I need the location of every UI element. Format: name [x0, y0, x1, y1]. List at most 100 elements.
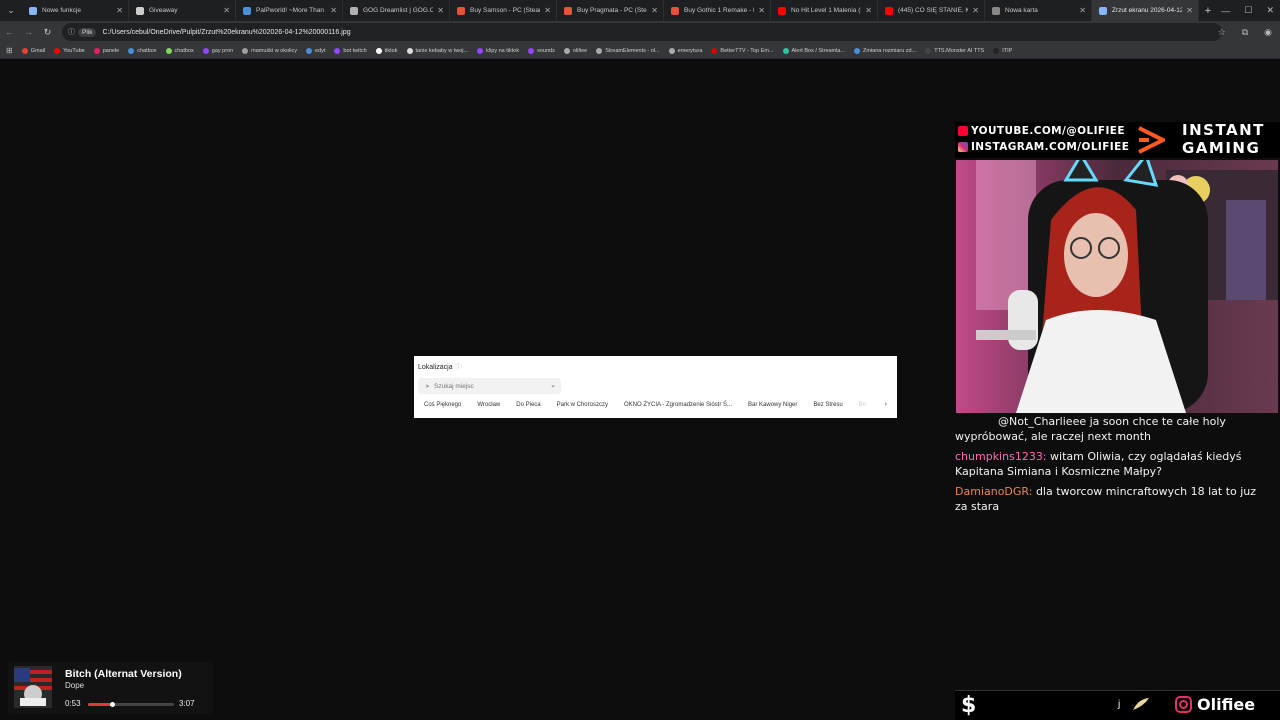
progress-knob[interactable] — [110, 702, 116, 707]
tab-close-icon[interactable]: ✕ — [651, 6, 658, 15]
bookmark-item[interactable]: StreamElements - ol... — [596, 47, 660, 54]
bookmark-item[interactable]: emerytura — [668, 47, 702, 54]
bookmark-label: bot twitch — [343, 47, 367, 54]
tab-0[interactable]: Nowe funkcje ✕ — [22, 0, 129, 21]
new-tab-button[interactable]: + — [1199, 5, 1217, 17]
tab-6[interactable]: Buy Gothic 1 Remake - P ✕ — [664, 0, 771, 21]
bookmark-item[interactable]: klipy na tiktok — [477, 47, 519, 54]
profile-icon[interactable]: ◉ — [1264, 27, 1272, 38]
tab-title: Zrzut ekranu 2026-04-12 — [1112, 7, 1183, 14]
bookmark-item[interactable]: olifiee — [563, 47, 587, 54]
tab-favicon-icon — [350, 6, 358, 15]
dollar-icon: $ — [961, 693, 977, 718]
bookmark-item[interactable]: ITIP — [993, 47, 1012, 54]
tab-4[interactable]: Buy Samson - PC (Steam) ✕ — [450, 0, 557, 21]
tab-close-icon[interactable]: ✕ — [1079, 6, 1086, 15]
bookmark-item[interactable]: chatbox — [165, 47, 194, 54]
instagram-icon — [1175, 696, 1192, 713]
bookmark-star-icon[interactable]: ☆ — [1218, 27, 1226, 38]
place-chip[interactable]: Park w Choroszczy — [557, 402, 608, 408]
bookmark-item[interactable]: YouTube — [54, 47, 85, 54]
bookmark-label: tiktok — [384, 47, 398, 54]
forward-icon[interactable]: → — [19, 27, 38, 37]
progress-fill — [88, 703, 113, 706]
bookmark-label: TTS.Monster AI TTS — [934, 47, 985, 54]
tab-favicon-icon — [243, 6, 251, 15]
tab-close-icon[interactable]: ✕ — [758, 6, 765, 15]
bookmark-item[interactable]: Zmiana rozmiaru zd... — [854, 47, 916, 54]
place-search-box[interactable]: ➤ ⌄ — [418, 378, 561, 394]
tab-1[interactable]: Giveaway ✕ — [129, 0, 236, 21]
tab-close-icon[interactable]: ✕ — [544, 6, 551, 15]
tab-close-icon[interactable]: ✕ — [116, 6, 123, 15]
place-search-input[interactable] — [434, 382, 545, 390]
place-chip[interactable]: OKNO ŻYCIA - Zgromadzenie Sióstr Ś... — [624, 402, 732, 408]
location-label: Lokalizacja ⓘ — [418, 364, 462, 371]
instagram-icon — [958, 142, 968, 152]
location-panel: Lokalizacjaⓘ ➤ ⌄ Coś Pięknego Wrocław Do P… — [414, 356, 897, 418]
extensions-icon[interactable]: ⧉ — [1242, 27, 1248, 38]
place-chip[interactable]: Do Pieca — [516, 402, 540, 408]
bookmark-item[interactable]: mamuśki w okolicy — [242, 47, 297, 54]
minimize-icon[interactable]: — — [1221, 6, 1230, 16]
tab-title: Nowe funkcje — [42, 7, 82, 14]
apps-grid-icon[interactable]: ⊞ — [6, 46, 13, 55]
chat-username: chumpkins1233: — [955, 450, 1047, 463]
maximize-icon[interactable]: ☐ — [1244, 5, 1252, 16]
bookmark-item[interactable]: tanie kebaby w twoj... — [406, 47, 468, 54]
bookmark-item[interactable]: chatbox — [128, 47, 157, 54]
tab-search-icon[interactable]: ⌄ — [0, 0, 22, 21]
bookmark-favicon-icon — [242, 47, 249, 54]
tab-close-icon[interactable]: ✕ — [1186, 6, 1193, 15]
chevron-down-icon[interactable]: ⌄ — [550, 381, 556, 389]
tab-close-icon[interactable]: ✕ — [330, 6, 337, 15]
tab-2[interactable]: PalPworld! ~More Than a ✕ — [236, 0, 343, 21]
bookmark-item[interactable]: edyt — [306, 47, 325, 54]
bookmark-item[interactable]: gay pron — [202, 47, 233, 54]
address-bar: ← → ↻ ⓘ Plik C:/Users/cebul/OneDrive/Pul… — [0, 21, 1280, 43]
tab-5[interactable]: Buy Pragmata - PC (Steam) ✕ — [557, 0, 664, 21]
bookmark-item[interactable]: Gmail — [21, 47, 45, 54]
site-chip[interactable]: Plik — [78, 27, 97, 37]
tab-3[interactable]: GOG Dreamlist | GOG.COM✕ — [343, 0, 450, 21]
bookmark-item[interactable]: BetterTTV - Top Em... — [711, 47, 774, 54]
total-time: 3:07 — [179, 699, 195, 708]
tab-close-icon[interactable]: ✕ — [865, 6, 872, 15]
bookmark-label: chatbox — [137, 47, 157, 54]
chevron-right-icon[interactable]: › — [885, 401, 887, 408]
chat-username: DamianoDGR: — [955, 485, 1033, 498]
location-arrow-icon: ➤ — [425, 383, 431, 390]
place-chip[interactable]: Bo — [859, 402, 866, 408]
place-chip[interactable]: Bez Stresu — [813, 402, 842, 408]
place-chip[interactable]: Wrocław — [477, 402, 500, 408]
reload-icon[interactable]: ↻ — [38, 27, 57, 38]
back-icon[interactable]: ← — [0, 27, 19, 37]
place-chip[interactable]: Coś Pięknego — [424, 402, 461, 408]
tab-8[interactable]: (445) CO SIĘ STANIE, KIED✕ — [878, 0, 985, 21]
tab-7[interactable]: No Hit Level 1 Malenia (B ✕ — [771, 0, 878, 21]
bookmark-favicon-icon — [375, 47, 382, 54]
song-title: Bitch (Alternat Version) — [65, 668, 182, 680]
tab-9[interactable]: Nowa karta ✕ — [985, 0, 1092, 21]
bookmark-item[interactable]: TTS.Monster AI TTS — [925, 47, 985, 54]
progress-bar[interactable] — [88, 702, 174, 707]
close-icon[interactable]: ✕ — [1266, 5, 1274, 16]
bookmark-item[interactable]: Alert Box / Streamla... — [782, 47, 845, 54]
tab-close-icon[interactable]: ✕ — [223, 6, 230, 15]
bookmark-item[interactable]: panele — [93, 47, 119, 54]
bookmark-item[interactable]: bot twitch — [334, 47, 367, 54]
omnibox[interactable]: ⓘ Plik C:/Users/cebul/OneDrive/Pulpit/Zr… — [62, 23, 1222, 41]
bookmark-favicon-icon — [128, 47, 135, 54]
bookmark-item[interactable]: tiktok — [375, 47, 398, 54]
info-icon[interactable]: ⓘ — [68, 27, 75, 37]
info-icon[interactable]: ⓘ — [456, 365, 462, 371]
url-text[interactable]: C:/Users/cebul/OneDrive/Pulpit/Zrzut%20e… — [102, 29, 350, 36]
place-chip[interactable]: Bar Kawowy Niger — [748, 402, 797, 408]
tab-title: No Hit Level 1 Malenia (B — [791, 7, 862, 14]
tab-10[interactable]: Zrzut ekranu 2026-04-12 ✕ — [1092, 0, 1199, 21]
tab-close-icon[interactable]: ✕ — [437, 6, 444, 15]
tab-favicon-icon — [1099, 6, 1107, 15]
album-art — [14, 666, 52, 708]
tab-close-icon[interactable]: ✕ — [972, 6, 979, 15]
bookmark-item[interactable]: sounds — [528, 47, 555, 54]
